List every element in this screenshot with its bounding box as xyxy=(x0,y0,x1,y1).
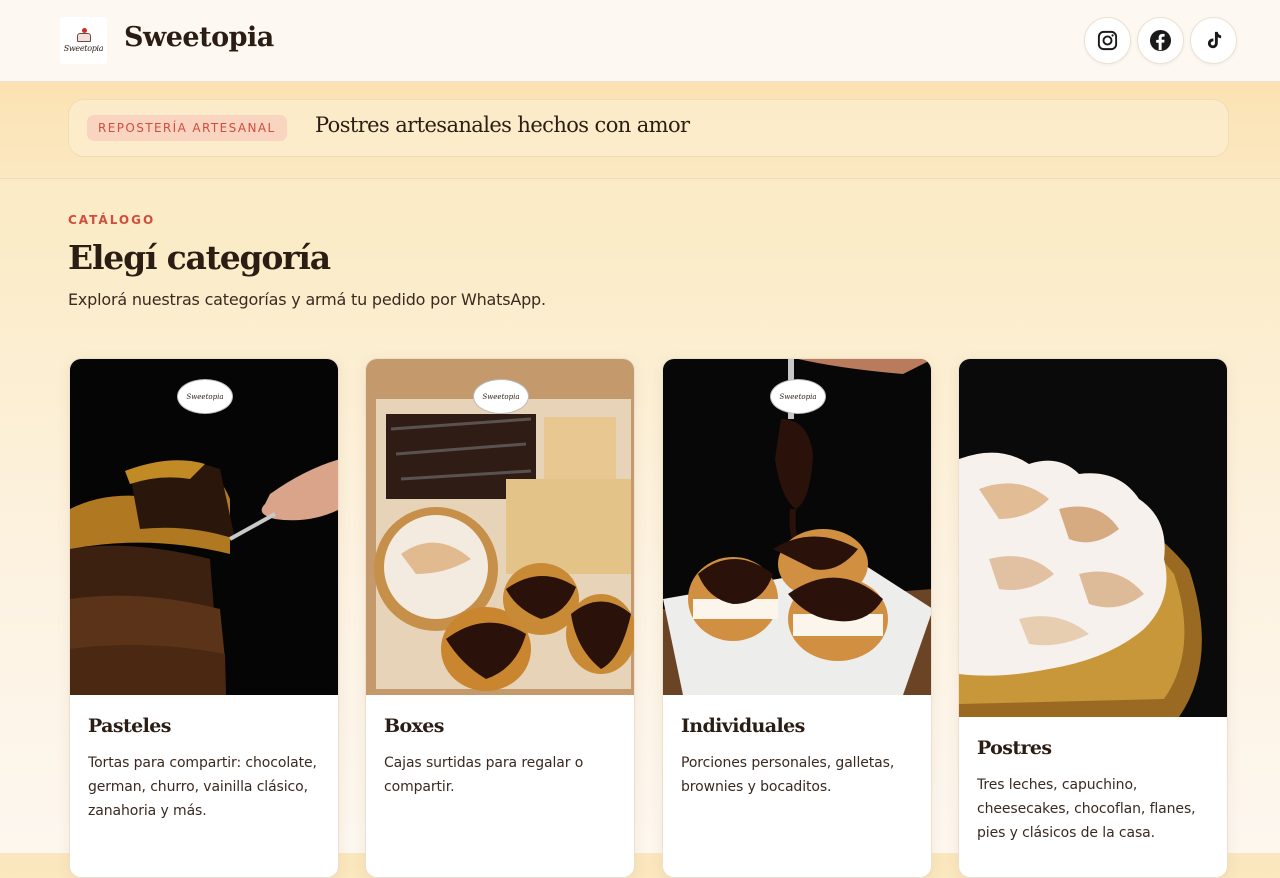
watermark-logo: Sweetopia xyxy=(770,379,826,414)
cake-logo-icon xyxy=(76,27,91,42)
top-header: Sweetopia Sweetopia xyxy=(0,0,1280,82)
brand-logo[interactable]: Sweetopia xyxy=(60,17,107,64)
section-eyebrow: CATÁLOGO xyxy=(68,213,156,227)
postres-image xyxy=(959,359,1227,717)
card-description: Tres leches, capuchino, cheesecakes, cho… xyxy=(977,777,1196,841)
page-subtitle: Explorá nuestras categorías y armá tu pe… xyxy=(68,290,546,309)
facebook-button[interactable] xyxy=(1137,17,1184,64)
card-title: Boxes xyxy=(384,715,444,737)
watermark-logo: Sweetopia xyxy=(473,379,529,414)
category-card-pasteles[interactable]: Sweetopia Pasteles Tortas para compartir… xyxy=(69,358,339,878)
instagram-button[interactable] xyxy=(1084,17,1131,64)
category-card-boxes[interactable]: Sweetopia Boxes Cajas surtidas para rega… xyxy=(365,358,635,878)
category-card-postres[interactable]: Postres Tres leches, capuchino, cheeseca… xyxy=(958,358,1228,878)
page-title: Elegí categoría xyxy=(68,238,331,277)
card-title: Individuales xyxy=(681,715,805,737)
brand-name[interactable]: Sweetopia xyxy=(124,22,274,53)
tiktok-icon xyxy=(1207,31,1222,49)
category-card-individuales[interactable]: Sweetopia Individuales Porciones persona… xyxy=(662,358,932,878)
facebook-icon xyxy=(1149,29,1172,52)
card-description: Porciones personales, galletas, brownies… xyxy=(681,755,895,795)
card-description: Cajas surtidas para regalar o compartir. xyxy=(384,755,584,795)
card-title: Postres xyxy=(977,737,1052,759)
banner-text: Postres artesanales hechos con amor xyxy=(315,113,690,137)
tiktok-button[interactable] xyxy=(1190,17,1237,64)
card-description: Tortas para compartir: chocolate, german… xyxy=(88,755,317,819)
logo-text: Sweetopia xyxy=(63,43,104,53)
watermark-logo: Sweetopia xyxy=(177,379,233,414)
instagram-icon xyxy=(1097,30,1118,51)
category-badge: REPOSTERÍA ARTESANAL xyxy=(87,115,287,141)
card-title: Pasteles xyxy=(88,715,171,737)
